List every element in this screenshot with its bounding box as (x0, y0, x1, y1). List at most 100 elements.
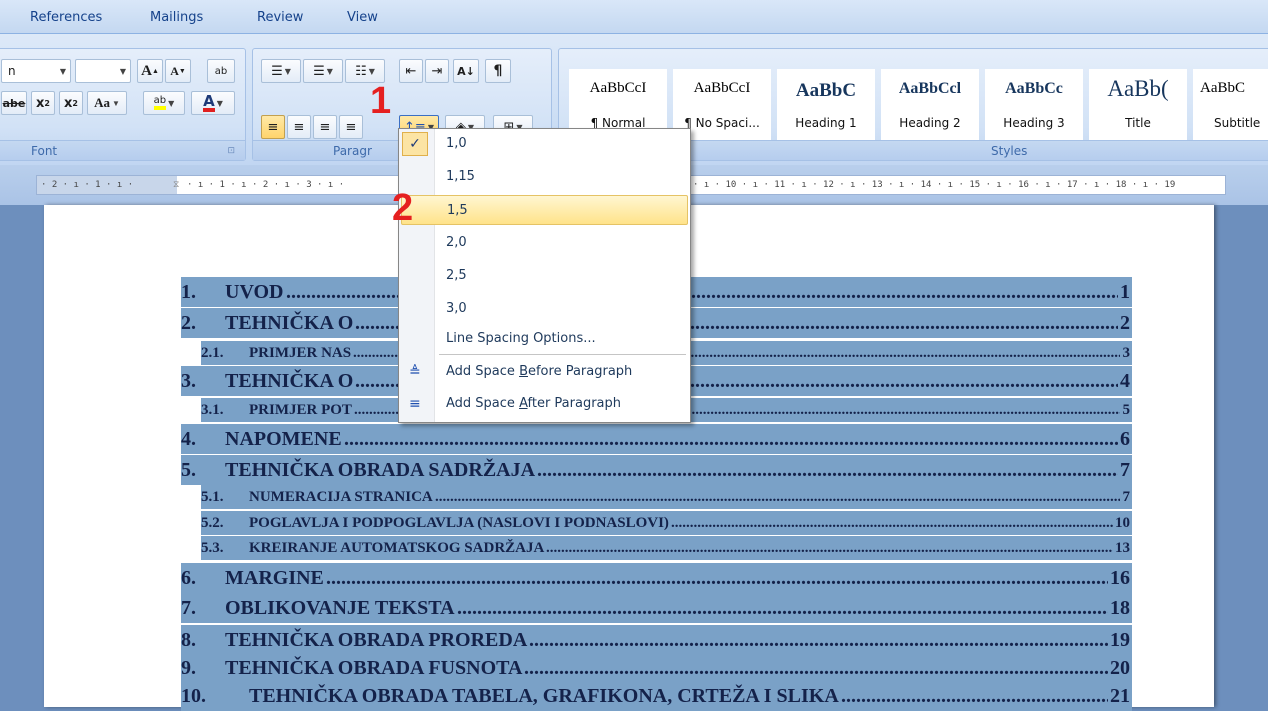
numbered-list-icon: ☰ (313, 63, 325, 79)
tab-references[interactable]: References (30, 10, 102, 25)
increase-indent-button[interactable]: ⇥ (425, 59, 449, 83)
toc-entry-number: 5.1. (201, 489, 224, 505)
toc-entry-page: 13 (1115, 540, 1130, 556)
line-spacing-option-1-0[interactable]: 1,0 (401, 129, 688, 159)
toc-entry-title: 2.1. PRIMJER NAS (201, 341, 354, 365)
highlighter-icon: ab (153, 96, 167, 110)
font-group-label-text: Font (31, 144, 58, 158)
superscript-button[interactable]: x2 (59, 91, 83, 115)
style-sample: AaBbC (795, 80, 857, 101)
toc-entry-text: UVOD (225, 281, 284, 303)
toc-entry-leader: ........................................… (435, 489, 1120, 505)
style-subtitle[interactable]: AaBbC Subtitle (1193, 69, 1268, 145)
add-space-after-post: fter Paragraph (527, 396, 622, 411)
align-right-icon: ≡ (319, 119, 331, 135)
add-space-before-post: efore Paragraph (527, 364, 633, 379)
align-left-icon: ≡ (267, 119, 279, 135)
toc-entry[interactable]: ........................................… (181, 455, 1132, 485)
font-color-button[interactable]: A ▼ (191, 91, 235, 115)
tab-mailings[interactable]: Mailings (150, 10, 203, 25)
toc-entry-number: 5.2. (201, 515, 224, 531)
justify-button[interactable]: ≡ (339, 115, 363, 139)
add-space-before-item[interactable]: ≜ Add Space Before Paragraph (401, 357, 688, 387)
add-space-before-pre: Add Space (446, 364, 520, 379)
font-name-combobox[interactable]: n ▼ (1, 59, 71, 83)
subscript-label: x (36, 95, 45, 111)
style-title[interactable]: AaBb( Title (1089, 69, 1187, 145)
step-marker-1: 1 (370, 80, 392, 122)
justify-icon: ≡ (345, 119, 357, 135)
decrease-indent-icon: ⇤ (405, 63, 417, 79)
grow-font-label: A (141, 62, 152, 79)
strikethrough-button[interactable]: abe (1, 91, 27, 115)
toc-entry[interactable]: ........................................… (181, 593, 1132, 623)
style-sample: AaBbCcI (693, 80, 751, 96)
toc-entry-title: 1. UVOD (181, 277, 286, 307)
change-case-button[interactable]: Aa ▼ (87, 91, 127, 115)
align-center-button[interactable]: ≡ (287, 115, 311, 139)
increase-indent-icon: ⇥ (431, 63, 443, 79)
sort-icon: A↓ (457, 64, 475, 78)
line-spacing-options-item[interactable]: Line Spacing Options... (401, 324, 688, 354)
line-spacing-option-1-5[interactable]: 1,5 (401, 195, 688, 225)
toc-entry-page: 7 (1122, 489, 1131, 505)
toc-entry[interactable]: ........................................… (201, 485, 1132, 509)
toc-entry-page: 3 (1122, 345, 1131, 361)
toc-entry-title: 3. TEHNIČKA O (181, 366, 356, 396)
style-heading-1[interactable]: AaBbC Heading 1 (777, 69, 875, 145)
toc-entry-title: 5.1. NUMERACIJA STRANICA (201, 485, 435, 509)
toc-entry-number: 3. (181, 370, 196, 392)
toc-entry[interactable]: ........................................… (201, 536, 1132, 560)
shrink-font-button[interactable]: A ▼ (165, 59, 191, 83)
tab-view[interactable]: View (347, 10, 378, 25)
toc-entry-number: 4. (181, 428, 196, 450)
highlight-color-button[interactable]: ab ▼ (143, 91, 185, 115)
toc-entry[interactable]: ........................................… (181, 653, 1132, 683)
decrease-indent-button[interactable]: ⇤ (399, 59, 423, 83)
line-spacing-option-2-0[interactable]: 2,0 (401, 228, 688, 258)
style-name: Heading 2 (899, 116, 961, 130)
add-space-after-item[interactable]: ≡ Add Space After Paragraph (401, 389, 688, 419)
align-right-button[interactable]: ≡ (313, 115, 337, 139)
style-heading-2[interactable]: AaBbCcl Heading 2 (881, 69, 979, 145)
line-spacing-menu: ✓ 1,0 1,15 1,5 2,0 2,5 3,0 Line Spacing … (398, 128, 691, 423)
toc-entry-text: TEHNIČKA OBRADA FUSNOTA (225, 657, 523, 679)
show-marks-button[interactable]: ¶ (485, 59, 511, 83)
style-name: Subtitle (1214, 116, 1261, 130)
add-space-before-accel: B (519, 364, 528, 379)
toc-entry-page: 19 (1110, 629, 1130, 651)
toc-entry-leader: ........................................… (537, 459, 1118, 481)
toc-entry-page: 20 (1110, 657, 1130, 679)
subscript-button[interactable]: x2 (31, 91, 55, 115)
clear-formatting-button[interactable]: ab (207, 59, 235, 83)
bullet-list-icon: ☰ (271, 63, 283, 79)
toc-entry[interactable]: ........................................… (181, 424, 1132, 454)
font-size-combobox[interactable]: ▼ (75, 59, 131, 83)
sort-button[interactable]: A↓ (453, 59, 479, 83)
toc-entry[interactable]: ........................................… (181, 563, 1132, 593)
toc-entry-title: 9. TEHNIČKA OBRADA FUSNOTA (181, 653, 525, 683)
toc-entry-number: 3.1. (201, 402, 224, 418)
toc-entry-number: 8. (181, 629, 196, 651)
toc-entry-text: TEHNIČKA OBRADA PROREDA (225, 629, 528, 651)
bullets-button[interactable]: ☰ ▼ (261, 59, 301, 83)
toc-entry-text: PRIMJER POT (249, 402, 352, 418)
line-spacing-option-2-5[interactable]: 2,5 (401, 261, 688, 291)
toc-entry-leader: ........................................… (671, 515, 1113, 531)
grow-font-button[interactable]: A ▲ (137, 59, 163, 83)
indent-marker-icon[interactable]: ⧖ (173, 176, 179, 194)
tab-review[interactable]: Review (257, 10, 303, 25)
style-heading-3[interactable]: AaBbCc Heading 3 (985, 69, 1083, 145)
align-left-button[interactable]: ≡ (261, 115, 285, 139)
dialog-launcher-icon[interactable]: ⊡ (227, 141, 235, 161)
toc-entry[interactable]: ........................................… (181, 625, 1132, 655)
add-space-after-pre: Add Space (446, 396, 520, 411)
toc-entry[interactable]: ........................................… (201, 511, 1132, 535)
chevron-down-icon: ▼ (368, 66, 375, 76)
font-group: n ▼ ▼ A ▲ A ▼ ab abe x2 x2 Aa ▼ ab ▼ A ▼… (0, 48, 246, 161)
line-spacing-option-3-0[interactable]: 3,0 (401, 294, 688, 324)
align-center-icon: ≡ (293, 119, 305, 135)
numbering-button[interactable]: ☰ ▼ (303, 59, 343, 83)
line-spacing-option-1-15[interactable]: 1,15 (401, 162, 688, 192)
toc-entry-title: 5. TEHNIČKA OBRADA SADRŽAJA (181, 455, 538, 485)
